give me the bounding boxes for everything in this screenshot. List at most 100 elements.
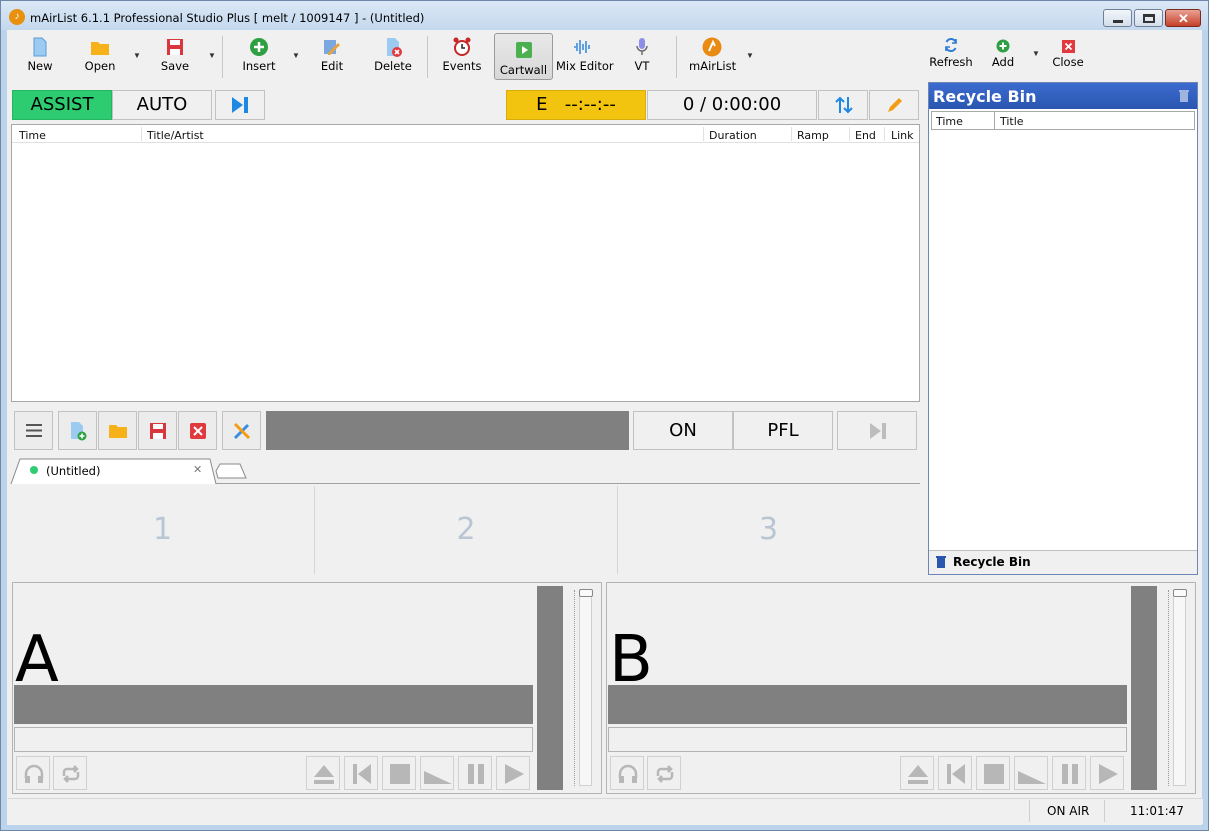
- cart-slot[interactable]: 3: [618, 485, 919, 575]
- column-link[interactable]: Link: [891, 129, 914, 142]
- mix-editor-button[interactable]: Mix Editor: [556, 32, 614, 82]
- player-a-stop-button[interactable]: [382, 756, 416, 790]
- cartwall-open-button[interactable]: [98, 411, 137, 450]
- player-b-pfl-button[interactable]: [610, 756, 644, 790]
- player-a-rewind-button[interactable]: [344, 756, 378, 790]
- trash-icon[interactable]: [1179, 90, 1189, 102]
- fade-ramp-icon: [1018, 771, 1046, 784]
- maximize-button[interactable]: [1134, 9, 1163, 27]
- player-b-stop-button[interactable]: [976, 756, 1010, 790]
- save-icon: [167, 39, 183, 55]
- cartwall-menu-button[interactable]: [14, 411, 53, 450]
- assist-button[interactable]: ASSIST: [12, 90, 112, 120]
- toolbar-separator: [676, 36, 677, 78]
- delete-button[interactable]: Delete: [372, 32, 414, 82]
- player-a-fader-track[interactable]: [579, 590, 592, 786]
- on-air-toggle-button[interactable]: ON: [633, 411, 733, 450]
- cartwall-display: [266, 411, 629, 450]
- status-divider: [1104, 800, 1105, 822]
- player-a-waveform[interactable]: [14, 685, 533, 724]
- sort-button[interactable]: [818, 90, 868, 120]
- player-a-loop-button[interactable]: [53, 756, 87, 790]
- column-title-artist[interactable]: Title/Artist: [147, 129, 204, 142]
- player-b-fader-track[interactable]: [1173, 590, 1186, 786]
- cart-slot[interactable]: 1: [11, 485, 314, 575]
- recycle-column-time[interactable]: Time: [936, 115, 963, 128]
- playlist-grid[interactable]: [11, 124, 920, 402]
- open-dropdown-icon[interactable]: ▼: [133, 51, 141, 60]
- player-b-fade-button[interactable]: [1014, 756, 1048, 790]
- insert-dropdown-icon[interactable]: ▼: [292, 51, 300, 60]
- column-divider: [884, 127, 885, 141]
- close-red-icon: [1061, 40, 1075, 53]
- cartwall-save-button[interactable]: [138, 411, 177, 450]
- pencil-button[interactable]: [869, 90, 919, 120]
- tab-status-dot-icon: [30, 466, 38, 474]
- column-duration[interactable]: Duration: [709, 129, 757, 142]
- minimize-button[interactable]: [1103, 9, 1132, 27]
- mix-editor-label: Mix Editor: [556, 59, 614, 73]
- player-a-eject-button[interactable]: [306, 756, 340, 790]
- clock-display: 11:01:47: [1130, 804, 1184, 818]
- player-a-fade-button[interactable]: [420, 756, 454, 790]
- alarm-clock-icon: [453, 37, 471, 56]
- new-tab-button[interactable]: [226, 466, 244, 478]
- column-ramp[interactable]: Ramp: [797, 129, 829, 142]
- player-a-pfl-button[interactable]: [16, 756, 50, 790]
- tab-untitled[interactable]: (Untitled): [46, 464, 100, 478]
- player-b-fader-handle[interactable]: [1173, 589, 1187, 597]
- player-b-loop-button[interactable]: [647, 756, 681, 790]
- delete-label: Delete: [374, 59, 412, 73]
- player-b-eject-button[interactable]: [900, 756, 934, 790]
- open-button[interactable]: Open: [80, 32, 120, 82]
- close-recycle-button[interactable]: Close: [1050, 31, 1086, 81]
- auto-button[interactable]: AUTO: [112, 90, 212, 120]
- column-end[interactable]: End: [855, 129, 876, 142]
- events-button[interactable]: Events: [442, 32, 482, 82]
- play-icon: [505, 764, 524, 784]
- player-b-play-button[interactable]: [1090, 756, 1124, 790]
- edit-icon: [324, 40, 340, 55]
- insert-label: Insert: [242, 59, 276, 73]
- pfl-button[interactable]: PFL: [733, 411, 833, 450]
- insert-button[interactable]: Insert: [239, 32, 279, 82]
- vt-button[interactable]: VT: [622, 32, 662, 82]
- close-icon: ✕: [1178, 11, 1189, 26]
- skip-back-icon: [947, 764, 965, 784]
- edit-button[interactable]: Edit: [312, 32, 352, 82]
- cart-slot[interactable]: 2: [315, 485, 617, 575]
- new-button[interactable]: New: [20, 32, 60, 82]
- cartwall-delete-button[interactable]: [178, 411, 217, 450]
- refresh-button[interactable]: Refresh: [929, 31, 973, 81]
- player-a-pause-button[interactable]: [458, 756, 492, 790]
- add-button[interactable]: Add: [988, 31, 1018, 81]
- save-button[interactable]: Save: [155, 32, 195, 82]
- add-dropdown-icon[interactable]: ▼: [1032, 49, 1040, 58]
- player-b-level-meter: [1131, 586, 1157, 790]
- cartwall-next-button[interactable]: [837, 411, 917, 450]
- column-time[interactable]: Time: [19, 129, 46, 142]
- tab-close-icon[interactable]: ✕: [193, 463, 202, 476]
- folder-icon: [109, 425, 127, 438]
- player-a-fader-handle[interactable]: [579, 589, 593, 597]
- playlist-counter: 0 / 0:00:00: [647, 90, 817, 120]
- cartwall-tools-button[interactable]: [222, 411, 261, 450]
- skip-next-button[interactable]: [215, 90, 265, 120]
- mairlist-menu-button[interactable]: mAirList: [689, 32, 736, 82]
- player-b-waveform[interactable]: [608, 685, 1127, 724]
- player-b-rewind-button[interactable]: [938, 756, 972, 790]
- recycle-bin-footer-label[interactable]: Recycle Bin: [953, 555, 1031, 569]
- cartwall-button[interactable]: Cartwall: [494, 33, 553, 80]
- recycle-column-title[interactable]: Title: [1000, 115, 1024, 128]
- close-window-button[interactable]: ✕: [1165, 9, 1201, 27]
- player-b-pause-button[interactable]: [1052, 756, 1086, 790]
- save-label: Save: [160, 59, 190, 73]
- cartwall-new-button[interactable]: [58, 411, 97, 450]
- player-a-play-button[interactable]: [496, 756, 530, 790]
- column-divider: [703, 127, 704, 141]
- play-icon: [1099, 764, 1118, 784]
- mairlist-dropdown-icon[interactable]: ▼: [746, 51, 754, 60]
- stop-icon: [984, 764, 1004, 784]
- edit-label: Edit: [320, 59, 344, 73]
- save-dropdown-icon[interactable]: ▼: [208, 51, 216, 60]
